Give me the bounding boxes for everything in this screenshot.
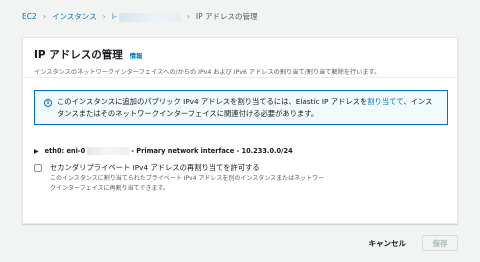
reassign-checkbox[interactable] [34, 164, 42, 172]
breadcrumb-instances-link[interactable]: インスタンス [52, 11, 97, 23]
chevron-right-icon: › [186, 12, 190, 21]
network-interface-expander[interactable]: ▶ eth0: eni-0 - Primary network interfac… [34, 147, 293, 155]
alert-text: このインスタンスに追加のパブリック IPv4 アドレスを割り当てるには、Elas… [57, 97, 433, 119]
breadcrumb-instance-link[interactable]: i- [112, 11, 181, 23]
info-link[interactable]: 情報 [130, 51, 143, 60]
save-button[interactable]: 保存 [422, 235, 458, 251]
reassign-description-line2: クインターフェイスに再割り当てできます。 [50, 185, 169, 192]
info-alert: i このインスタンスに追加のパブリック IPv4 アドレスを割り当てるには、El… [34, 90, 448, 125]
info-circle-icon: i [44, 99, 52, 107]
manage-ip-panel: IP アドレスの管理 情報 インスタンスのネットワークインターフェイスへの/から… [22, 37, 458, 224]
cancel-button[interactable]: キャンセル [369, 238, 407, 249]
breadcrumb-current: IP アドレスの管理 [195, 12, 258, 21]
caret-right-icon[interactable]: ▶ [34, 148, 39, 155]
page-title: IP アドレスの管理 [34, 49, 123, 61]
panel-description: インスタンスのネットワークインターフェイスへの/からの IPv4 および IPv… [34, 69, 381, 76]
reassign-option: セカンダリプライベート IPv4 アドレスの再割り当てを許可する このインスタン… [34, 163, 324, 193]
reassign-checkbox-label[interactable]: セカンダリプライベート IPv4 アドレスの再割り当てを許可する [50, 163, 324, 173]
reassign-description-line1: このインスタンスに割り当てられたプライベート IPv4 アドレスを別のインスタン… [50, 175, 325, 182]
breadcrumb-ec2-link[interactable]: EC2 [22, 11, 37, 23]
breadcrumb: EC2 › インスタンス › i- › IP アドレスの管理 [22, 11, 257, 23]
form-actions: キャンセル 保存 [369, 235, 458, 251]
eni-label: eth0: eni-0 [44, 147, 86, 155]
allocate-eip-link[interactable]: 割り当てて [367, 97, 403, 106]
chevron-right-icon: › [102, 12, 106, 21]
chevron-right-icon: › [42, 12, 46, 21]
panel-header: IP アドレスの管理 情報 インスタンスのネットワークインターフェイスへの/から… [23, 38, 457, 78]
eni-description: - Primary network interface - 10.233.0.0… [131, 147, 293, 155]
redacted-eni-id [87, 147, 130, 155]
redacted-instance-id [118, 12, 181, 22]
